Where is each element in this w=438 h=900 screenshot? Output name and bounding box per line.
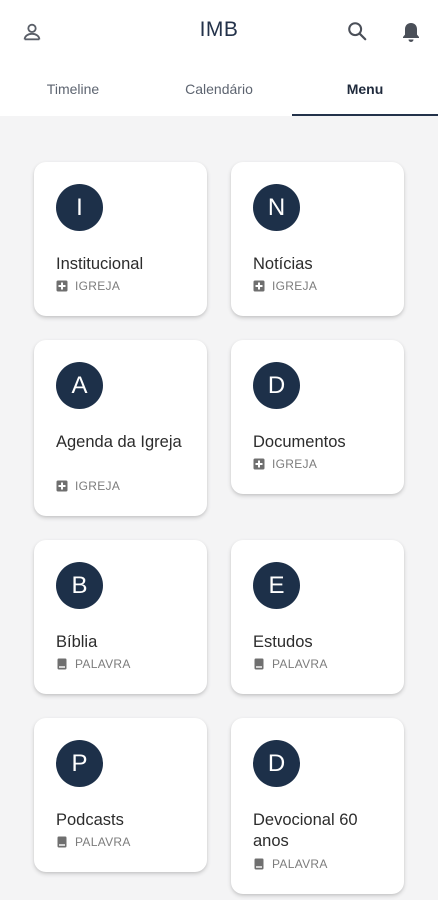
letter-avatar: B [56,562,103,609]
card-category: PALAVRA [253,657,328,671]
church-cross-icon [56,480,68,492]
card-title: Estudos [253,633,313,651]
search-icon[interactable] [341,15,373,47]
letter-avatar: D [253,740,300,787]
card-title: Agenda da Igreja [56,433,182,451]
menu-card-noticias[interactable]: N Notícias IGREJA [231,162,404,316]
card-title: Documentos [253,433,346,451]
card-title: Podcasts [56,811,124,829]
card-title: Devocional 60 anos [253,811,358,850]
letter-avatar: E [253,562,300,609]
card-category: IGREJA [253,279,317,293]
menu-card-estudos[interactable]: E Estudos PALAVRA [231,540,404,694]
letter-avatar: A [56,362,103,409]
category-label: PALAVRA [272,857,328,871]
menu-card-podcasts[interactable]: P Podcasts PALAVRA [34,718,207,872]
top-bar: IMB [0,0,438,64]
letter-avatar: N [253,184,300,231]
category-label: IGREJA [272,279,318,293]
tab-timeline[interactable]: Timeline [0,70,146,116]
card-category: PALAVRA [56,657,131,671]
category-label: IGREJA [75,279,121,293]
card-category: PALAVRA [253,857,328,871]
category-label: PALAVRA [75,835,131,849]
church-cross-icon [56,280,68,292]
letter-avatar: I [56,184,103,231]
card-title: Bíblia [56,633,98,651]
tab-calendario[interactable]: Calendário [146,70,292,116]
category-label: PALAVRA [272,657,328,671]
app-header: IMB Timeline Calendário Menu [0,0,438,116]
card-title: Notícias [253,255,313,273]
menu-card-institucional[interactable]: I Institucional IGREJA [34,162,207,316]
card-category: PALAVRA [56,835,131,849]
card-title: Institucional [56,255,144,273]
menu-card-biblia[interactable]: B Bíblia PALAVRA [34,540,207,694]
book-icon [56,836,68,848]
menu-card-agenda-da-igreja[interactable]: A Agenda da Igreja IGREJA [34,340,207,516]
category-label: IGREJA [75,479,121,493]
category-label: IGREJA [272,457,318,471]
book-icon [253,658,265,670]
menu-card-documentos[interactable]: D Documentos IGREJA [231,340,404,494]
tab-bar: Timeline Calendário Menu [0,70,438,116]
card-category: IGREJA [253,457,317,471]
church-cross-icon [253,458,265,470]
menu-card-devocional-60-anos[interactable]: D Devocional 60 anos PALAVRA [231,718,404,894]
letter-avatar: D [253,362,300,409]
book-icon [56,658,68,670]
book-icon [253,858,265,870]
tab-menu[interactable]: Menu [292,70,438,116]
card-category: IGREJA [56,479,120,493]
category-label: PALAVRA [75,657,131,671]
bell-icon[interactable] [395,16,427,48]
card-category: IGREJA [56,279,120,293]
church-cross-icon [253,280,265,292]
letter-avatar: P [56,740,103,787]
